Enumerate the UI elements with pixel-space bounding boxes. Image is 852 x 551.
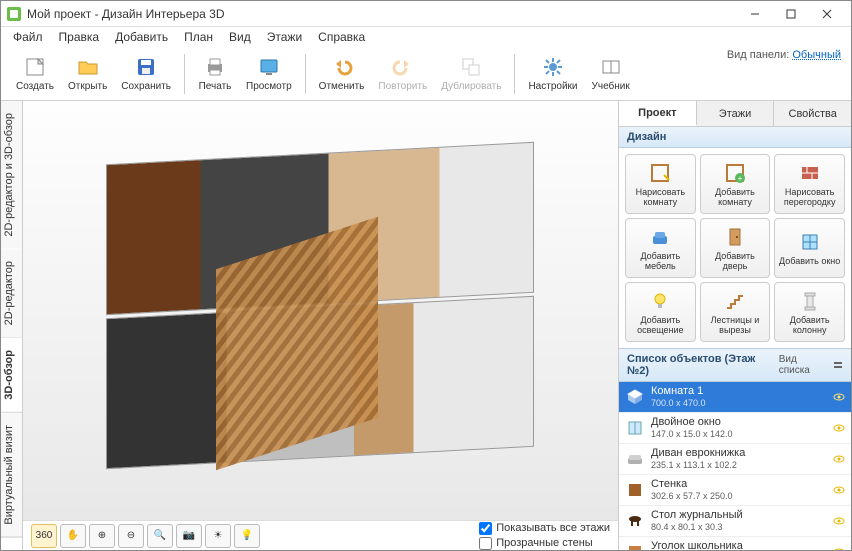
redo-icon: [391, 55, 415, 79]
side-tab-2[interactable]: Свойства: [774, 101, 851, 126]
add-room-icon: +: [723, 161, 747, 185]
side-tab-0[interactable]: Проект: [619, 101, 697, 126]
object-icon: [625, 387, 645, 407]
viewport-3d[interactable]: [23, 101, 618, 520]
open-button[interactable]: Открыть: [61, 50, 114, 98]
create-icon: [23, 55, 47, 79]
print-button[interactable]: Печать: [191, 50, 239, 98]
bulb-icon[interactable]: 💡: [234, 524, 260, 548]
add-furniture-button[interactable]: Добавить мебель: [625, 218, 696, 278]
add-window-button[interactable]: Добавить окно: [774, 218, 845, 278]
save-button[interactable]: Сохранить: [114, 50, 178, 98]
svg-text:+: +: [738, 174, 743, 183]
hand-icon[interactable]: ✋: [60, 524, 86, 548]
object-icon: [625, 480, 645, 500]
side-tab-1[interactable]: Этажи: [697, 101, 775, 126]
360-icon[interactable]: 360: [31, 524, 57, 548]
vtab-2[interactable]: 3D-обзор: [1, 338, 22, 413]
preview-icon: [257, 55, 281, 79]
visibility-icon[interactable]: [833, 391, 845, 403]
print-icon: [203, 55, 227, 79]
menu-6[interactable]: Справка: [310, 28, 373, 46]
menu-0[interactable]: Файл: [5, 28, 51, 46]
object-item[interactable]: Диван еврокнижка235.1 x 113.1 x 102.2: [619, 444, 851, 475]
add-door-button[interactable]: Добавить дверь: [700, 218, 771, 278]
redo-button: Повторить: [371, 50, 434, 98]
settings-icon: [541, 55, 565, 79]
menu-2[interactable]: Добавить: [107, 28, 176, 46]
visibility-icon[interactable]: [833, 453, 845, 465]
object-item[interactable]: Стенка302.6 x 57.7 x 250.0: [619, 475, 851, 506]
draw-wall-icon: [798, 161, 822, 185]
visibility-icon[interactable]: [833, 484, 845, 496]
preview-button[interactable]: Просмотр: [239, 50, 299, 98]
tutorial-button[interactable]: Учебник: [585, 50, 637, 98]
visibility-icon[interactable]: [833, 422, 845, 434]
close-button[interactable]: [809, 3, 845, 25]
window-title: Мой проект - Дизайн Интерьера 3D: [27, 7, 737, 21]
duplicate-icon: [459, 55, 483, 79]
zoom-in-icon[interactable]: ⊕: [89, 524, 115, 548]
zoom-out-icon[interactable]: ⊖: [118, 524, 144, 548]
undo-button[interactable]: Отменить: [312, 50, 372, 98]
menu-3[interactable]: План: [176, 28, 221, 46]
sun-icon[interactable]: ☀: [205, 524, 231, 548]
visibility-icon[interactable]: [833, 546, 845, 550]
tutorial-icon: [599, 55, 623, 79]
object-item[interactable]: Комната 1700.0 x 470.0: [619, 382, 851, 413]
draw-room-button[interactable]: Нарисовать комнату: [625, 154, 696, 214]
panel-mode-link[interactable]: Обычный: [792, 49, 841, 61]
vtab-3[interactable]: Виртуальный визит: [1, 413, 22, 538]
objlist-view-toggle[interactable]: Вид списка: [779, 354, 843, 376]
stairs-icon: [723, 289, 747, 313]
save-icon: [134, 55, 158, 79]
object-icon: [625, 511, 645, 531]
zoom-fit-icon[interactable]: 🔍: [147, 524, 173, 548]
minimize-button[interactable]: [737, 3, 773, 25]
open-icon: [76, 55, 100, 79]
draw-room-icon: [648, 161, 672, 185]
visibility-icon[interactable]: [833, 515, 845, 527]
transparent-walls-checkbox[interactable]: Прозрачные стены: [479, 537, 610, 550]
show-all-floors-checkbox[interactable]: Показывать все этажи: [479, 522, 610, 535]
add-furniture-icon: [648, 225, 672, 249]
add-window-icon: [798, 230, 822, 254]
vtab-0[interactable]: 2D-редактор и 3D-обзор: [1, 101, 22, 249]
object-item[interactable]: Уголок школьника197.6 x 81.1 x 179.0: [619, 537, 851, 550]
panel-mode: Вид панели: Обычный: [727, 49, 841, 61]
add-column-button[interactable]: Добавить колонну: [774, 282, 845, 342]
object-item[interactable]: Двойное окно147.0 x 15.0 x 142.0: [619, 413, 851, 444]
draw-wall-button[interactable]: Нарисовать перегородку: [774, 154, 845, 214]
object-icon: [625, 418, 645, 438]
vtab-1[interactable]: 2D-редактор: [1, 249, 22, 338]
add-light-button[interactable]: Добавить освещение: [625, 282, 696, 342]
undo-icon: [330, 55, 354, 79]
design-header: Дизайн: [619, 127, 851, 148]
menu-4[interactable]: Вид: [221, 28, 259, 46]
duplicate-button: Дублировать: [434, 50, 508, 98]
create-button[interactable]: Создать: [9, 50, 61, 98]
menu-5[interactable]: Этажи: [259, 28, 310, 46]
camera-icon[interactable]: 📷: [176, 524, 202, 548]
add-door-icon: [723, 225, 747, 249]
object-item[interactable]: Стол журнальный80.4 x 80.1 x 30.3: [619, 506, 851, 537]
stairs-button[interactable]: Лестницы и вырезы: [700, 282, 771, 342]
add-light-icon: [648, 289, 672, 313]
add-room-button[interactable]: +Добавить комнату: [700, 154, 771, 214]
objlist-title: Список объектов (Этаж №2): [627, 353, 779, 377]
maximize-button[interactable]: [773, 3, 809, 25]
app-icon: [7, 7, 21, 21]
add-column-icon: [798, 289, 822, 313]
object-icon: [625, 449, 645, 469]
menu-1[interactable]: Правка: [51, 28, 108, 46]
object-icon: [625, 542, 645, 550]
settings-button[interactable]: Настройки: [521, 50, 584, 98]
